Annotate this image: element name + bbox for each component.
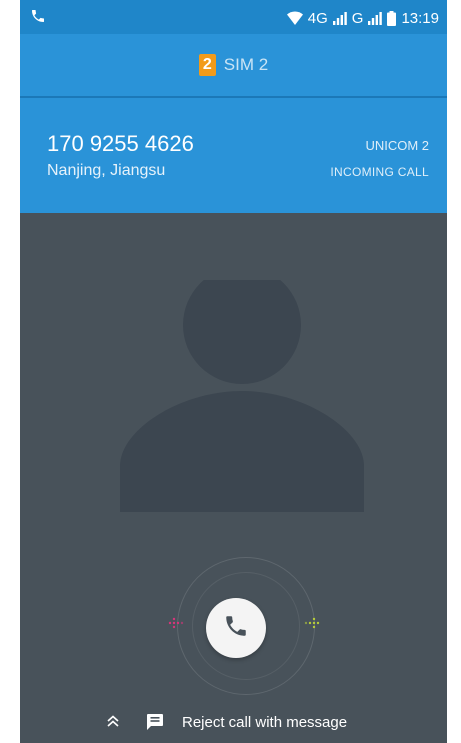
answer-call-button[interactable]: [206, 598, 266, 658]
caller-number: 170 9255 4626: [47, 131, 194, 156]
sim-badge: 2: [198, 54, 216, 76]
reject-with-message-bar[interactable]: Reject call with message: [20, 700, 447, 743]
caller-info: 170 9255 4626 Nanjing, Jiangsu UNICOM 2 …: [20, 98, 447, 213]
contact-avatar-icon: [120, 266, 364, 517]
reject-with-message-label[interactable]: Reject call with message: [182, 714, 347, 731]
handset-icon: [223, 613, 249, 644]
carrier-label: UNICOM 2: [365, 138, 429, 153]
call-state-label: INCOMING CALL: [330, 165, 429, 179]
signal-icon: [332, 11, 347, 25]
caller-location: Nanjing, Jiangsu: [47, 162, 166, 179]
decline-arrow-icon: [167, 615, 189, 636]
sim-label: SIM 2: [223, 55, 269, 74]
sim-indicator: 2 SIM 2: [20, 34, 447, 96]
double-chevron-up-icon[interactable]: [106, 714, 120, 732]
signal-icon-2: [368, 11, 383, 25]
incoming-call-screen: 4G G 13:19 2 SIM 2 170 9255 4626 Nanjing…: [20, 0, 447, 743]
message-icon[interactable]: [146, 713, 164, 735]
status-bar: 4G G 13:19: [20, 0, 447, 34]
battery-icon: [387, 10, 397, 26]
answer-arrow-icon: [299, 615, 321, 636]
network-type-label: 4G: [307, 9, 328, 27]
wifi-icon: [286, 11, 303, 25]
phone-call-icon: [30, 8, 46, 29]
clock: 13:19: [401, 9, 439, 27]
network-type-label-2: G: [351, 9, 364, 27]
